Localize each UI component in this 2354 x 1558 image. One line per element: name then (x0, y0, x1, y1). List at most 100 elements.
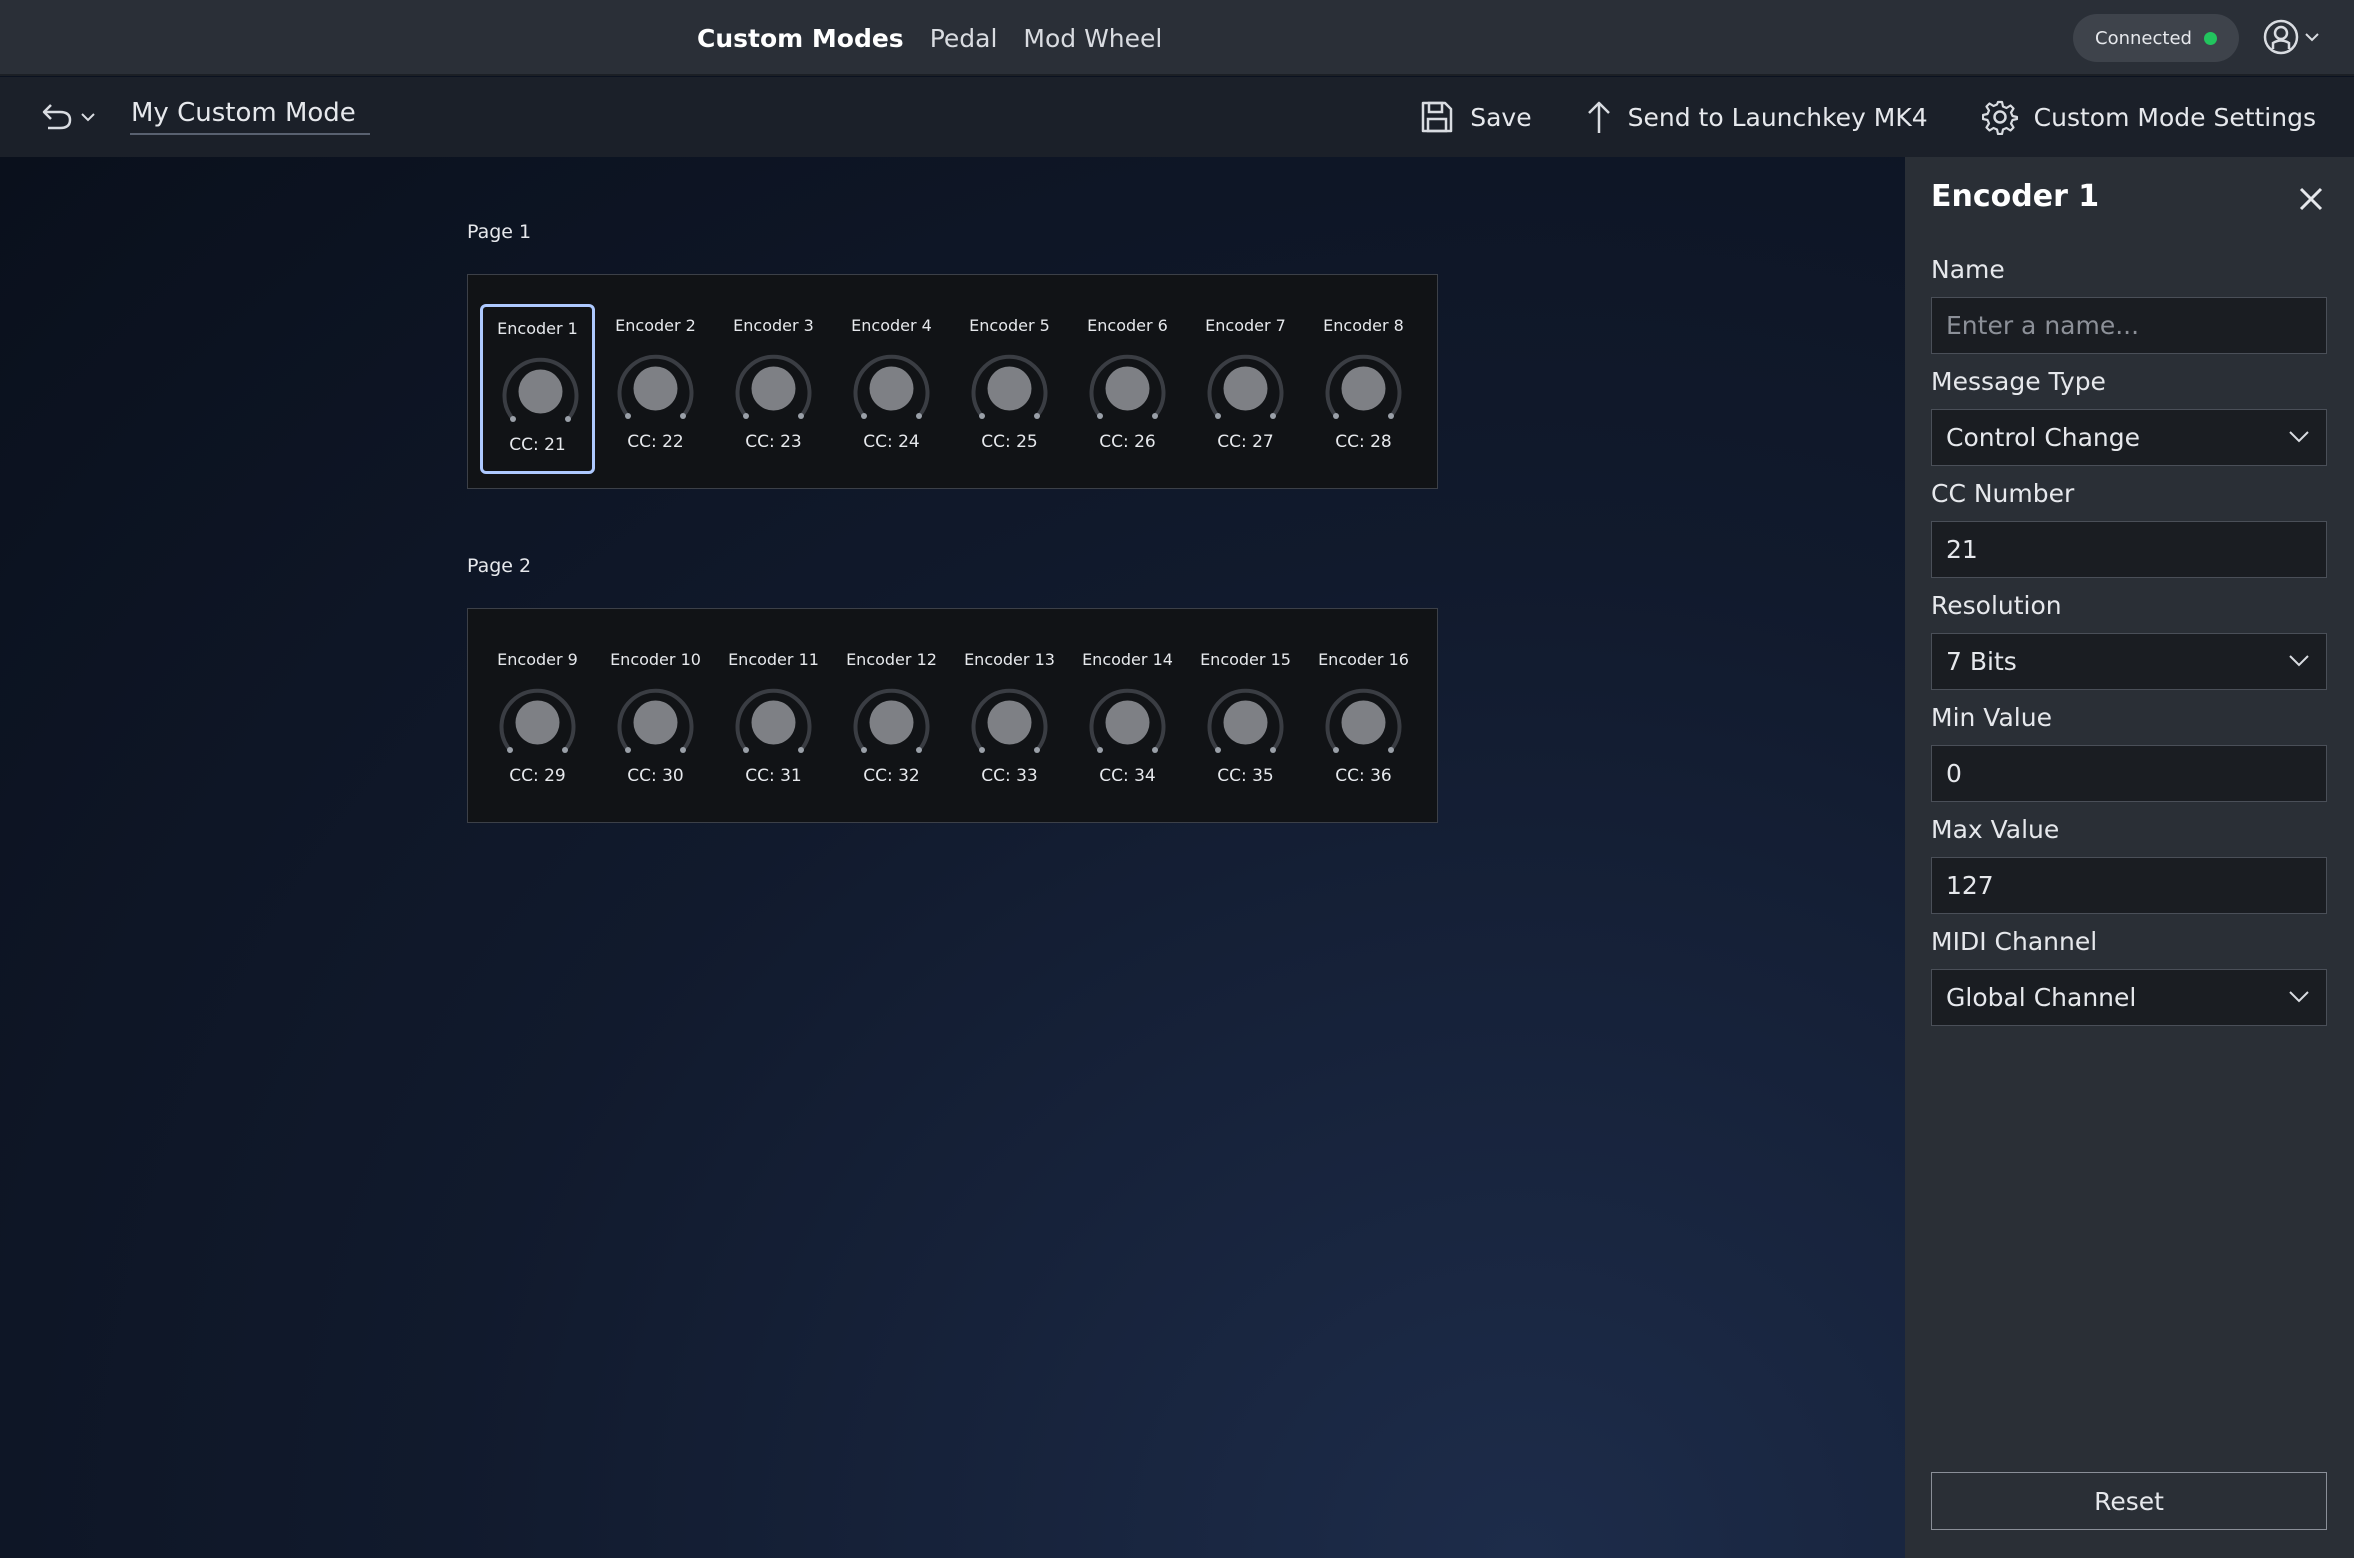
encoder-cell[interactable]: Encoder 9 CC: 29 (480, 638, 595, 808)
cc-number-label: CC Number (1931, 479, 2075, 508)
encoder-name: Encoder 9 (497, 650, 578, 669)
max-value-label: Max Value (1931, 815, 2060, 844)
encoder-cc-label: CC: 32 (863, 766, 920, 786)
encoder-cell[interactable]: Encoder 5 CC: 25 (952, 304, 1067, 474)
encoder-cell[interactable]: Encoder 2 CC: 22 (598, 304, 713, 474)
reset-button[interactable]: Reset (1931, 1472, 2327, 1530)
knob-icon[interactable] (495, 680, 580, 765)
encoder-cc-label: CC: 27 (1217, 432, 1274, 452)
encoder-cc-label: CC: 24 (863, 432, 920, 452)
encoder-cc-label: CC: 29 (509, 766, 566, 786)
knob-icon[interactable] (613, 346, 698, 431)
midi-channel-value: Global Channel (1946, 983, 2137, 1012)
chevron-down-icon (2289, 655, 2309, 667)
encoder-cell[interactable]: Encoder 7 CC: 27 (1188, 304, 1303, 474)
save-button[interactable]: Save (1420, 100, 1532, 134)
encoder-cc-label: CC: 26 (1099, 432, 1156, 452)
knob-icon[interactable] (849, 346, 934, 431)
chevron-down-icon (2289, 431, 2309, 443)
midi-channel-label: MIDI Channel (1931, 927, 2098, 956)
close-icon[interactable] (2295, 183, 2327, 215)
toolbar-actions: Save Send to Launchkey MK4 Custom Mode S… (1420, 77, 2316, 157)
encoder-cc-label: CC: 23 (745, 432, 802, 452)
encoder-cell[interactable]: Encoder 1 CC: 21 (480, 304, 595, 474)
settings-label: Custom Mode Settings (2033, 102, 2316, 132)
encoder-name: Encoder 10 (610, 650, 701, 669)
save-icon (1421, 101, 1453, 133)
knob-icon[interactable] (1321, 680, 1406, 765)
page-1-label: Page 1 (467, 221, 532, 243)
encoder-cc-label: CC: 21 (509, 435, 566, 455)
knob-icon[interactable] (613, 680, 698, 765)
mode-name-input[interactable] (130, 93, 370, 135)
connected-dot-icon (2203, 31, 2217, 45)
encoder-cell[interactable]: Encoder 8 CC: 28 (1306, 304, 1421, 474)
knob-icon[interactable] (1321, 346, 1406, 431)
resolution-select[interactable]: 7 Bits (1931, 633, 2327, 690)
app-window: Custom Modes Pedal Mod Wheel Connected M… (0, 0, 2354, 1558)
undo-icon (42, 104, 72, 130)
user-icon (2263, 19, 2299, 55)
encoder-name: Encoder 4 (851, 316, 932, 335)
encoder-name: Encoder 7 (1205, 316, 1286, 335)
encoder-name: Encoder 8 (1323, 316, 1404, 335)
knob-icon[interactable] (498, 349, 583, 434)
resolution-value: 7 Bits (1946, 647, 2017, 676)
user-menu-button[interactable] (2262, 16, 2322, 58)
encoder-name: Encoder 13 (964, 650, 1055, 669)
encoder-cc-label: CC: 31 (745, 766, 802, 786)
knob-icon[interactable] (849, 680, 934, 765)
knob-icon[interactable] (1085, 680, 1170, 765)
knob-icon[interactable] (967, 346, 1052, 431)
encoder-cell[interactable]: Encoder 12 CC: 32 (834, 638, 949, 808)
undo-button[interactable] (40, 97, 102, 137)
tab-mod-wheel[interactable]: Mod Wheel (1023, 24, 1162, 53)
message-type-select[interactable]: Control Change (1931, 409, 2327, 466)
top-nav: Custom Modes Pedal Mod Wheel Connected (0, 0, 2354, 76)
encoder-cell[interactable]: Encoder 4 CC: 24 (834, 304, 949, 474)
knob-icon[interactable] (731, 346, 816, 431)
encoder-cell[interactable]: Encoder 6 CC: 26 (1070, 304, 1185, 474)
connection-status-badge: Connected (2073, 14, 2239, 62)
encoder-cell[interactable]: Encoder 3 CC: 23 (716, 304, 831, 474)
page-2-label: Page 2 (467, 555, 532, 577)
knob-icon[interactable] (1203, 346, 1288, 431)
message-type-label: Message Type (1931, 367, 2106, 396)
resolution-label: Resolution (1931, 591, 2062, 620)
save-label: Save (1470, 102, 1532, 132)
knob-icon[interactable] (731, 680, 816, 765)
tab-pedal[interactable]: Pedal (930, 24, 998, 53)
encoder-cell[interactable]: Encoder 13 CC: 33 (952, 638, 1067, 808)
chevron-down-icon (2305, 33, 2319, 42)
encoder-cell[interactable]: Encoder 15 CC: 35 (1188, 638, 1303, 808)
name-input[interactable] (1931, 297, 2327, 354)
encoder-cell[interactable]: Encoder 16 CC: 36 (1306, 638, 1421, 808)
encoder-cc-label: CC: 33 (981, 766, 1038, 786)
encoder-cell[interactable]: Encoder 14 CC: 34 (1070, 638, 1185, 808)
send-to-device-button[interactable]: Send to Launchkey MK4 (1586, 99, 1928, 135)
mode-tabs: Custom Modes Pedal Mod Wheel (697, 0, 1162, 76)
knob-icon[interactable] (967, 680, 1052, 765)
panel-title: Encoder 1 (1931, 179, 2100, 214)
cc-number-input[interactable] (1931, 521, 2327, 578)
custom-mode-settings-button[interactable]: Custom Mode Settings (1981, 99, 2316, 135)
encoder-cc-label: CC: 35 (1217, 766, 1274, 786)
encoder-cell[interactable]: Encoder 10 CC: 30 (598, 638, 713, 808)
tab-custom-modes[interactable]: Custom Modes (697, 24, 904, 53)
encoder-name: Encoder 2 (615, 316, 696, 335)
knob-icon[interactable] (1203, 680, 1288, 765)
knob-icon[interactable] (1085, 346, 1170, 431)
min-value-label: Min Value (1931, 703, 2052, 732)
encoder-cc-label: CC: 36 (1335, 766, 1392, 786)
max-value-input[interactable] (1931, 857, 2327, 914)
midi-channel-select[interactable]: Global Channel (1931, 969, 2327, 1026)
encoder-cc-label: CC: 22 (627, 432, 684, 452)
page-2-encoders: Encoder 9 CC: 29 Encoder 10 CC: 30 Encoder… (467, 608, 1438, 823)
chevron-down-icon (2289, 991, 2309, 1003)
encoder-name: Encoder 16 (1318, 650, 1409, 669)
encoder-cell[interactable]: Encoder 11 CC: 31 (716, 638, 831, 808)
encoder-name: Encoder 12 (846, 650, 937, 669)
min-value-input[interactable] (1931, 745, 2327, 802)
arrow-up-icon (1587, 101, 1610, 133)
encoder-cc-label: CC: 25 (981, 432, 1038, 452)
